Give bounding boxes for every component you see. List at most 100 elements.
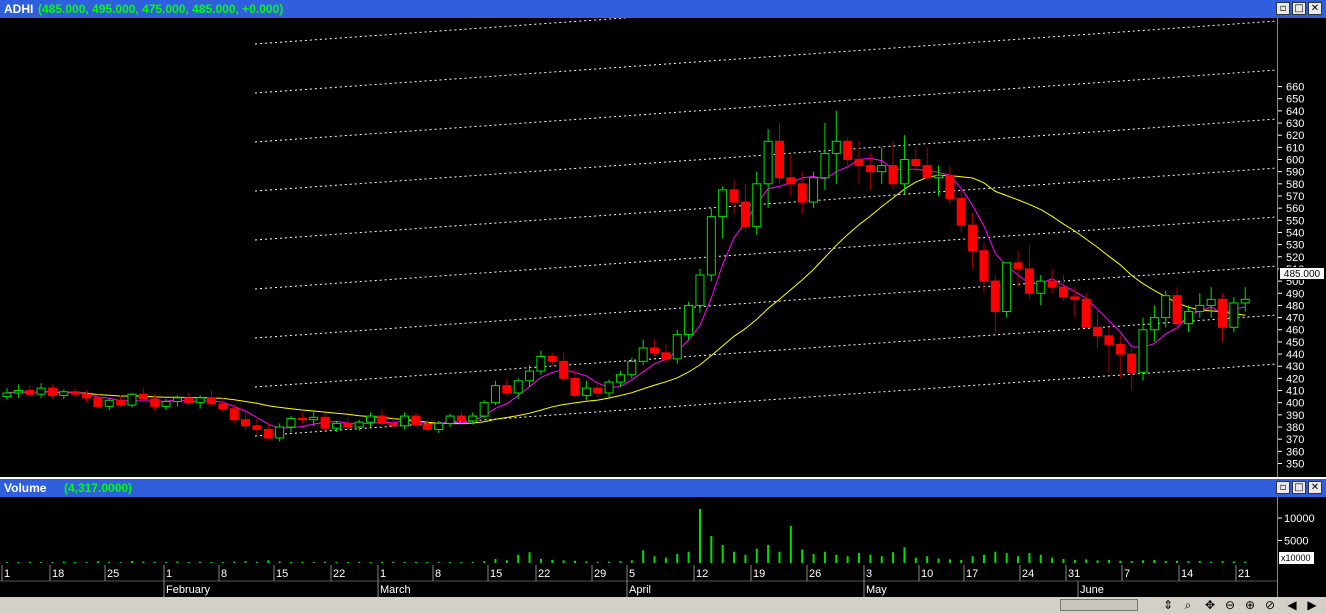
- volume-bar: [721, 545, 724, 563]
- volume-bar: [971, 556, 974, 563]
- candle: [684, 304, 694, 336]
- candle: [865, 165, 875, 173]
- price-tick-label: 640: [1286, 106, 1304, 118]
- volume-bar: [6, 562, 8, 563]
- volume-window-titlebar[interactable]: Volume (4,317.0000) ▫ □ ✕: [0, 479, 1326, 497]
- volume-bar: [653, 556, 656, 563]
- volume-bar: [710, 536, 713, 563]
- candle: [25, 390, 35, 395]
- price-axis[interactable]: 350 360 370 380 390 400 410 420 430 440 450 460 470 4…: [1277, 18, 1326, 477]
- candle: [638, 347, 648, 362]
- zoom-icon[interactable]: ⌕: [1180, 598, 1196, 613]
- volume-bar: [1164, 560, 1167, 563]
- move-icon[interactable]: ✥: [1202, 598, 1218, 613]
- candle: [911, 159, 921, 167]
- volume-axis[interactable]: 5000 10000 x10000: [1277, 497, 1326, 597]
- volume-bar: [165, 562, 168, 563]
- time-tick-label: 22: [538, 568, 550, 580]
- volume-bar: [233, 561, 236, 563]
- maximize-button[interactable]: □: [1292, 481, 1306, 494]
- candle: [445, 415, 455, 424]
- volume-bar: [40, 562, 43, 563]
- candle: [990, 280, 1000, 313]
- volume-bar: [1130, 561, 1133, 563]
- volume-bar: [426, 562, 429, 563]
- volume-bar: [380, 562, 383, 563]
- scroll-right-icon[interactable]: ▶: [1304, 598, 1320, 613]
- volume-chart[interactable]: [0, 497, 1277, 565]
- candle: [2, 392, 12, 398]
- price-tick-label: 490: [1286, 288, 1304, 300]
- zoom-out-icon[interactable]: ⊖: [1222, 598, 1238, 613]
- price-tick-label: 370: [1286, 434, 1304, 446]
- candle: [536, 355, 546, 372]
- volume-bar: [437, 561, 440, 563]
- price-chart[interactable]: [0, 0, 1278, 477]
- fit-icon[interactable]: ⊘: [1262, 598, 1278, 613]
- volume-bar: [1142, 560, 1144, 563]
- candle: [377, 415, 387, 424]
- candle: [1047, 280, 1057, 288]
- price-axis-scale: 3503603703803904004104204304404504604704…: [1278, 82, 1304, 471]
- volume-bar: [676, 554, 679, 563]
- volume-bar: [221, 562, 224, 563]
- candle: [934, 174, 944, 179]
- close-button[interactable]: ✕: [1308, 481, 1322, 494]
- candle: [1206, 298, 1216, 306]
- trend-channel-line: [254, 20, 1278, 94]
- candle: [854, 159, 864, 167]
- volume-bar: [96, 561, 99, 563]
- price-chart-area[interactable]: [0, 0, 1278, 477]
- time-axis[interactable]: 1 18 25 1 8 15 22 1 8 15 22 29 5 12 19 26 3 10 17 24 31 7 14 21…: [0, 565, 1277, 597]
- volume-bar: [346, 562, 349, 563]
- volume-bar: [1005, 553, 1008, 563]
- volume-bar: [744, 554, 747, 563]
- time-axis-scale: 1 18 25 1 8 15 22 1 8 15 22 29 5 12 19 26 3 10 17 24 31 7 14 21…: [0, 565, 1277, 597]
- time-tick-label: 5: [629, 568, 635, 580]
- candle: [1036, 280, 1046, 294]
- candle: [615, 374, 625, 383]
- time-tick-label: 17: [966, 568, 978, 580]
- volume-chart-area[interactable]: [0, 497, 1277, 565]
- volume-tick-label: 10000: [1284, 513, 1315, 525]
- price-tick-label: 470: [1286, 313, 1304, 325]
- volume-bar: [301, 561, 304, 563]
- zoom-in-icon[interactable]: ⊕: [1242, 598, 1258, 613]
- auto-scale-icon[interactable]: ⇕: [1160, 598, 1176, 613]
- candle: [672, 334, 682, 360]
- candle: [650, 347, 660, 354]
- candle: [13, 390, 23, 394]
- volume-bar: [608, 561, 611, 563]
- volume-bar: [698, 509, 701, 563]
- price-tick-label: 410: [1286, 386, 1304, 398]
- restore-button[interactable]: ▫: [1276, 481, 1290, 494]
- volume-bar: [414, 562, 417, 563]
- price-tick-label: 610: [1286, 142, 1304, 154]
- restore-button[interactable]: ▫: [1276, 2, 1290, 15]
- candle: [729, 189, 739, 203]
- candle: [1240, 298, 1250, 304]
- volume-bar: [1096, 560, 1099, 563]
- close-button[interactable]: ✕: [1308, 2, 1322, 15]
- volume-bar: [574, 560, 576, 563]
- candle: [82, 393, 92, 399]
- price-tick-label: 550: [1286, 215, 1304, 227]
- candle: [1070, 296, 1080, 300]
- scroll-left-icon[interactable]: ◀: [1284, 598, 1300, 613]
- candle: [309, 416, 319, 421]
- maximize-button[interactable]: □: [1292, 2, 1306, 15]
- moving-average-slow: [6, 174, 1246, 425]
- horizontal-scrollbar[interactable]: [1060, 599, 1138, 611]
- candle: [320, 416, 330, 429]
- month-label: February: [166, 584, 211, 596]
- volume-bar: [324, 561, 327, 563]
- volume-bar: [619, 561, 622, 563]
- volume-bar: [1039, 554, 1042, 563]
- candle: [218, 403, 228, 410]
- time-tick-label: 1: [380, 568, 386, 580]
- candle: [945, 174, 955, 199]
- price-window-titlebar[interactable]: ADHI (485.000, 495.000, 475.000, 485.000…: [0, 0, 1326, 18]
- bottom-toolbar: ⇕ ⌕ ✥ ⊖ ⊕ ⊘ ◀ ▶: [0, 597, 1326, 614]
- volume-bar: [1051, 557, 1054, 563]
- volume-bar: [1232, 561, 1235, 563]
